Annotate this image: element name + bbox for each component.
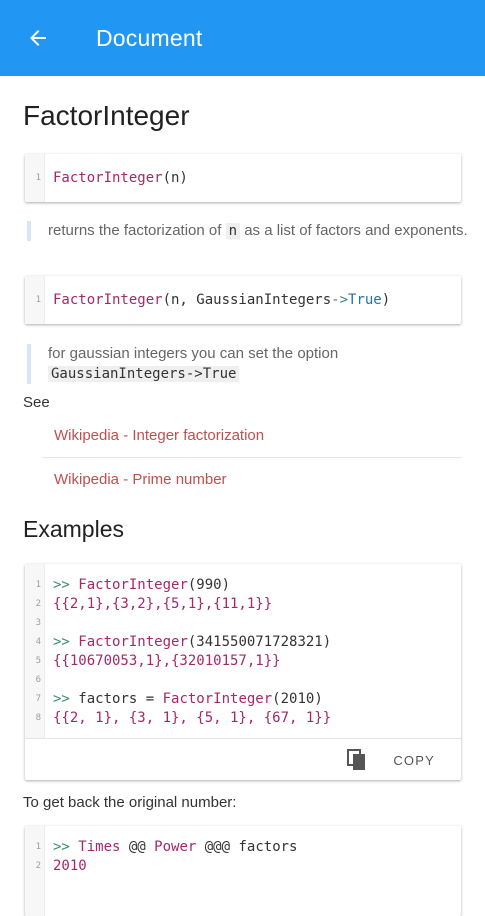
link-prime-number[interactable]: Wikipedia - Prime number bbox=[42, 458, 462, 501]
app-bar-title: Document bbox=[96, 24, 203, 51]
line-gutter: 1 2 3 4 5 6 7 8 bbox=[25, 564, 45, 738]
app-bar: Document bbox=[0, 0, 485, 76]
line-gutter: 1 bbox=[25, 154, 45, 202]
power-code: >> Times @@ Power @@@ factors 2010 bbox=[45, 826, 461, 916]
examples-heading: Examples bbox=[23, 516, 124, 542]
code-line: {{2,1},{3,2},{5,1},{11,1}} bbox=[53, 596, 273, 612]
arrow-back-icon bbox=[30, 30, 46, 46]
code-line: 2010 bbox=[53, 858, 87, 874]
code-line: >> FactorInteger(990) bbox=[53, 577, 231, 593]
signature-card-gaussian: 1 FactorInteger(n, GaussianIntegers->Tru… bbox=[25, 276, 461, 324]
example-code: >> FactorInteger(990) {{2,1},{3,2},{5,1}… bbox=[45, 564, 461, 738]
line-gutter: 1 2 bbox=[25, 826, 45, 916]
back-button[interactable] bbox=[18, 18, 58, 58]
code-line: {{2, 1}, {3, 1}, {5, 1}, {67, 1}} bbox=[53, 710, 332, 726]
code-line: >> FactorInteger(341550071728321) bbox=[53, 634, 332, 650]
code-line: FactorInteger(n, GaussianIntegers->True) bbox=[53, 292, 391, 308]
copy-button[interactable]: COPY bbox=[393, 753, 435, 768]
card-actions: COPY bbox=[25, 738, 461, 780]
code-line: >> factors = FactorInteger(2010) bbox=[53, 691, 323, 707]
code-line: {{10670053,1},{32010157,1}} bbox=[53, 653, 281, 669]
gaussian-note-quote: for gaussian integers you can set the op… bbox=[27, 344, 468, 384]
code-line: FactorInteger(n) bbox=[53, 170, 188, 186]
examples-code-card: 1 2 3 4 5 6 7 8 >> FactorInteger(990) {{… bbox=[25, 564, 461, 780]
content-copy-icon[interactable] bbox=[345, 748, 369, 772]
see-label: See bbox=[23, 394, 50, 411]
code-line: >> Times @@ Power @@@ factors bbox=[53, 839, 298, 855]
description-quote: returns the factorization of n as a list… bbox=[27, 221, 468, 241]
see-links-list: Wikipedia - Integer factorization Wikipe… bbox=[42, 414, 462, 501]
power-code-card: 1 2 >> Times @@ Power @@@ factors 2010 bbox=[25, 826, 461, 916]
line-gutter: 1 bbox=[25, 276, 45, 324]
page-title: FactorInteger bbox=[23, 100, 190, 131]
link-integer-factorization[interactable]: Wikipedia - Integer factorization bbox=[42, 414, 462, 458]
back-to-number-text: To get back the original number: bbox=[23, 794, 237, 811]
signature-card: 1 FactorInteger(n) bbox=[25, 154, 461, 202]
